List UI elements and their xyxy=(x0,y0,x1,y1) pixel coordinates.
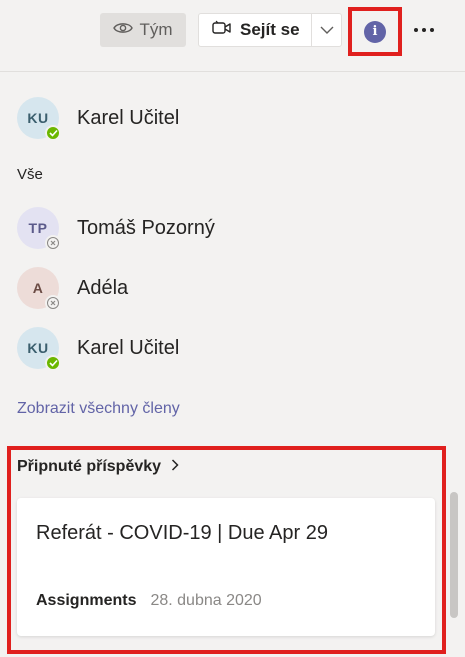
meet-button[interactable]: Sejít se xyxy=(199,14,311,46)
header-toolbar: Tým Sejít se i xyxy=(0,0,465,72)
meet-button-group: Sejít se xyxy=(198,13,342,47)
pinned-posts-title: Připnuté příspěvky xyxy=(17,458,162,475)
member-name: Adéla xyxy=(77,276,129,299)
meet-button-label: Sejít se xyxy=(240,20,300,39)
pinned-post-title: Referát - COVID-19 | Due Apr 29 xyxy=(36,522,328,544)
avatar: TP xyxy=(17,207,61,251)
members-section-label: Vše xyxy=(17,166,43,183)
team-button-label: Tým xyxy=(139,20,173,39)
avatar-initials: KU xyxy=(27,340,49,356)
chevron-right-icon xyxy=(171,458,179,476)
meet-dropdown-button[interactable] xyxy=(312,21,341,39)
member-item[interactable]: TP Tomáš Pozorný xyxy=(17,206,215,251)
offline-status-icon xyxy=(45,295,61,311)
avatar-initials: A xyxy=(32,280,44,296)
avatar-initials: KU xyxy=(27,110,49,126)
dot xyxy=(422,28,426,32)
pinned-post-date: 28. dubna 2020 xyxy=(150,592,262,609)
available-status-icon xyxy=(45,125,61,141)
pinned-post-card[interactable]: Referát - COVID-19 | Due Apr 29 Assignme… xyxy=(17,498,435,636)
avatar-initials: TP xyxy=(28,220,48,236)
member-item[interactable]: KU Karel Učitel xyxy=(17,326,180,371)
pinned-post-meta: Assignments 28. dubna 2020 xyxy=(36,592,262,610)
video-camera-icon xyxy=(212,20,232,41)
available-status-icon xyxy=(45,355,61,371)
info-icon[interactable]: i xyxy=(364,20,386,43)
owner-item[interactable]: KU Karel Učitel xyxy=(17,96,180,141)
pinned-posts-header[interactable]: Připnuté příspěvky xyxy=(17,458,179,476)
offline-status-icon xyxy=(45,235,61,251)
avatar: A xyxy=(17,267,61,311)
member-item[interactable]: A Adéla xyxy=(17,266,129,311)
info-glyph: i xyxy=(372,24,378,39)
member-name: Tomáš Pozorný xyxy=(77,216,215,239)
more-options-icon[interactable] xyxy=(408,18,440,42)
dot xyxy=(430,28,434,32)
eye-icon xyxy=(113,20,134,40)
info-highlight: i xyxy=(348,7,402,56)
member-name: Karel Učitel xyxy=(77,106,180,129)
member-name: Karel Učitel xyxy=(77,336,180,359)
chevron-down-icon xyxy=(320,21,334,39)
team-button[interactable]: Tým xyxy=(100,13,186,47)
avatar: KU xyxy=(17,97,61,141)
scrollbar[interactable] xyxy=(450,492,458,618)
avatar: KU xyxy=(17,327,61,371)
pinned-post-source: Assignments xyxy=(36,592,137,609)
dot xyxy=(414,28,418,32)
show-all-members-link[interactable]: Zobrazit všechny členy xyxy=(17,400,180,418)
